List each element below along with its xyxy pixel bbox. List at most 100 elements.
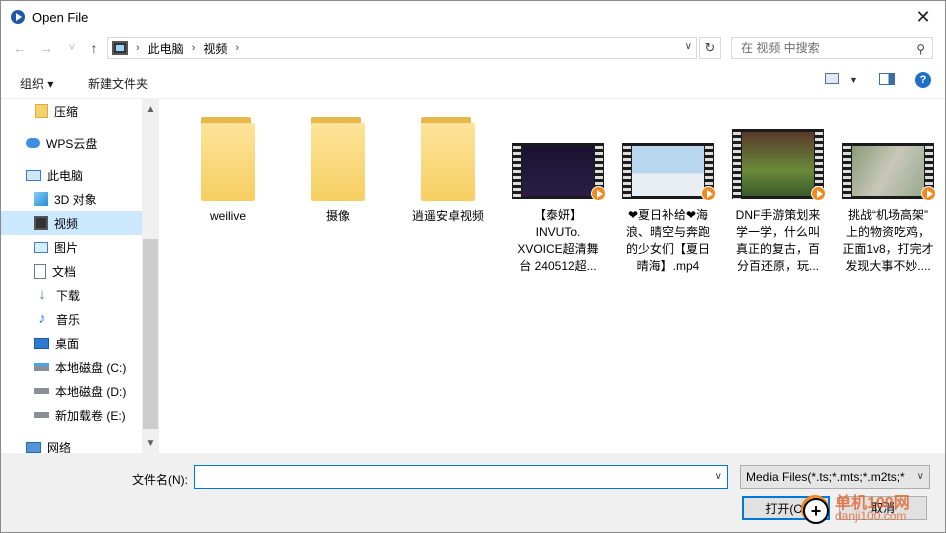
navigation-bar: ← → ˅ ↑ › 此电脑 › 视频 › ∨ ↻ 在 视频 中搜索 ⚲ [1, 33, 945, 63]
video-library-icon [112, 41, 128, 55]
new-folder-button[interactable]: 新建文件夹 [88, 75, 148, 92]
folder-item[interactable]: 逍遥安卓视频 [393, 111, 503, 225]
chevron-right-icon[interactable]: › [192, 42, 196, 54]
sidebar-item-label: 3D 对象 [54, 192, 97, 207]
sidebar-item-label: 本地磁盘 (C:) [55, 360, 127, 375]
drive-icon [34, 388, 49, 394]
folder-name: weilive [209, 209, 246, 223]
sidebar-item-pictures[interactable]: 图片 [1, 235, 142, 259]
play-badge-icon [921, 186, 936, 201]
sidebar-item-network[interactable]: 网络 [1, 435, 142, 453]
computer-icon [26, 169, 41, 181]
folder-name: 逍遥安卓视频 [411, 209, 484, 223]
video-file-item[interactable]: 【泰妍】 INVUTo. XVOICE超清舞台 240512超... [503, 111, 613, 275]
title-bar: Open File ✕ [1, 1, 945, 33]
command-bar: 组织 ▾ 新建文件夹 ▼ ? [1, 63, 945, 99]
network-icon [26, 441, 41, 453]
watermark-url: danji100.com [835, 509, 907, 523]
cube-icon [34, 192, 48, 206]
video-thumbnail [842, 143, 936, 201]
sidebar-item-drive-c[interactable]: 本地磁盘 (C:) [1, 355, 142, 379]
pictures-icon [34, 241, 48, 253]
folder-item[interactable]: weilive [173, 111, 283, 225]
folder-name: 摄像 [325, 209, 350, 223]
sidebar-item-this-pc[interactable]: 此电脑 [1, 163, 142, 187]
view-options-dropdown[interactable]: ▼ [849, 75, 858, 85]
change-view-icon[interactable] [825, 73, 839, 84]
back-button[interactable]: ← [11, 38, 29, 58]
download-icon: ↓ [38, 286, 46, 303]
refresh-button[interactable]: ↻ [699, 37, 721, 59]
window-title: Open File [32, 9, 89, 25]
search-placeholder: 在 视频 中搜索 [741, 41, 820, 55]
up-button[interactable]: ↑ [85, 38, 103, 58]
recent-locations-button[interactable]: ˅ [63, 38, 81, 58]
folder-icon [35, 104, 48, 118]
breadcrumb-this-pc[interactable]: 此电脑 [148, 40, 184, 57]
file-type-select[interactable]: Media Files(*.ts;*.mts;*.m2ts;* ∨ [740, 465, 930, 489]
sidebar-item-compressed[interactable]: 压缩 [1, 99, 142, 123]
sidebar-scroll-thumb[interactable] [143, 239, 158, 429]
sidebar-item-label: 图片 [54, 240, 79, 255]
cursor-plus-icon: + [803, 498, 829, 524]
sidebar-item-label: 桌面 [55, 336, 80, 351]
help-icon[interactable]: ? [915, 72, 931, 88]
sidebar-item-label: 下载 [56, 288, 81, 303]
sidebar-item-label: 本地磁盘 (D:) [55, 384, 127, 399]
address-bar[interactable]: › 此电脑 › 视频 › ∨ [107, 37, 697, 59]
video-file-item[interactable]: ❤夏日补给❤海 浪、晴空与奔跑 的少女们【夏日 晴海】.mp4 [613, 111, 723, 275]
scroll-up-icon[interactable]: ▲ [142, 101, 159, 118]
sidebar-item-music[interactable]: ♪ 音乐 [1, 307, 142, 331]
sidebar-item-label: WPS云盘 [46, 136, 98, 151]
preview-pane-icon[interactable] [879, 73, 895, 85]
search-input[interactable]: 在 视频 中搜索 ⚲ [731, 37, 933, 59]
sidebar-item-drive-d[interactable]: 本地磁盘 (D:) [1, 379, 142, 403]
sidebar-item-label: 文档 [52, 264, 77, 279]
play-badge-icon [701, 186, 716, 201]
sidebar-item-downloads[interactable]: ↓ 下载 [1, 283, 142, 307]
chevron-right-icon[interactable]: › [136, 42, 140, 54]
cloud-icon [26, 138, 40, 148]
sidebar-item-label: 音乐 [56, 312, 81, 327]
video-file-name: DNF手游策划来 学一学，什么叫 真正的复古，百 分百还原，玩... [735, 208, 821, 273]
folder-item[interactable]: 摄像 [283, 111, 393, 225]
close-button[interactable]: ✕ [911, 5, 935, 29]
sidebar-item-label: 网络 [47, 440, 72, 454]
chevron-right-icon[interactable]: › [235, 42, 239, 54]
video-thumbnail [622, 143, 716, 201]
scroll-down-icon[interactable]: ▼ [142, 435, 159, 452]
file-list: weilive 摄像 逍遥安卓视频 【泰妍】 INVUTo. XVOICE超清舞台 … [159, 99, 945, 453]
sidebar-item-label: 新加载卷 (E:) [55, 408, 126, 423]
sidebar-item-wps-cloud[interactable]: WPS云盘 [1, 131, 142, 155]
sidebar-item-drive-e[interactable]: 新加载卷 (E:) [1, 403, 142, 427]
chevron-down-icon[interactable]: ∨ [715, 471, 722, 482]
sidebar-item-label: 此电脑 [47, 168, 84, 183]
video-file-name: ❤夏日补给❤海 浪、晴空与奔跑 的少女们【夏日 晴海】.mp4 [625, 208, 710, 273]
video-icon [34, 216, 48, 230]
search-icon: ⚲ [916, 42, 925, 56]
video-thumbnail [732, 129, 826, 201]
chevron-down-icon[interactable]: ∨ [913, 466, 924, 488]
folder-icon [311, 117, 365, 201]
video-file-item[interactable]: 挑战“机场高架” 上的物资吃鸡， 正面1v8，打完才 发现大事不妙.... [833, 111, 943, 275]
sidebar-item-videos[interactable]: 视频 [1, 211, 142, 235]
chevron-down-icon[interactable]: ∨ [685, 41, 692, 52]
filename-input[interactable]: ∨ [194, 465, 728, 489]
sidebar-item-3d-objects[interactable]: 3D 对象 [1, 187, 142, 211]
video-file-name: 【泰妍】 INVUTo. XVOICE超清舞台 240512超... [517, 208, 599, 273]
video-file-name: 挑战“机场高架” 上的物资吃鸡， 正面1v8，打完才 发现大事不妙.... [842, 208, 934, 273]
breadcrumb-videos[interactable]: 视频 [203, 40, 227, 57]
organize-button[interactable]: 组织 ▾ [20, 75, 53, 92]
desktop-icon [34, 337, 49, 349]
sidebar-item-desktop[interactable]: 桌面 [1, 331, 142, 355]
play-badge-icon [811, 186, 826, 201]
folder-icon [201, 117, 255, 201]
forward-button[interactable]: → [37, 38, 55, 58]
navigation-pane: 压缩 WPS云盘 此电脑 3D 对象 视频 图片 文档 ↓ 下载 ♪ 音乐 桌面… [1, 99, 159, 453]
video-file-item[interactable]: DNF手游策划来 学一学，什么叫 真正的复古，百 分百还原，玩... [723, 111, 833, 275]
folder-icon [421, 117, 475, 201]
music-icon: ♪ [38, 310, 46, 327]
drive-icon [34, 363, 49, 371]
sidebar-item-documents[interactable]: 文档 [1, 259, 142, 283]
app-icon [11, 10, 25, 24]
